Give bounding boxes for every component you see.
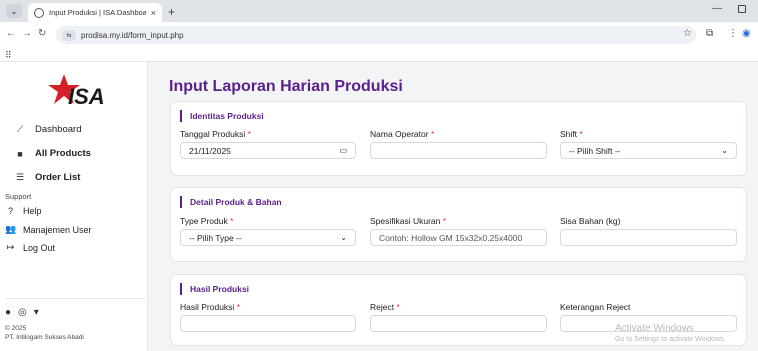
spesifikasi-ukuran-label: Spesifikasi Ukuran * [370,216,446,226]
spesifikasi-ukuran-input[interactable]: Contoh: Hollow GM 15x32x0.25x4000 [370,229,547,246]
minimize-icon[interactable]: — [712,3,722,14]
back-icon[interactable]: ← [6,28,16,39]
reject-label: Reject * [370,302,400,312]
address-bar-row: ← → ↻ ⇆ prodisa.my.id/form_input.php ☆ ⧉… [0,22,758,48]
sidebar-item-dashboard[interactable]: ⟋ Dashboard [14,124,82,135]
required-mark: * [236,302,241,312]
card-title: Identitas Produksi [180,110,264,122]
tab-title: Input Produksi | ISA Dashboard [49,8,146,17]
required-mark: * [396,302,400,312]
sisa-bahan-input[interactable] [560,229,737,246]
card-title: Hasil Produksi [180,283,249,295]
bookmark-star-icon[interactable]: ☆ [683,28,692,39]
reload-icon[interactable]: ↻ [38,28,46,39]
label-text: Tanggal Produksi [180,129,246,139]
menu-dots-icon[interactable]: ⋮ [728,28,738,39]
profile-icon[interactable]: ◉ [742,28,751,39]
required-mark: * [442,216,447,226]
browser-tab[interactable]: Input Produksi | ISA Dashboard × [28,3,162,22]
svg-text:ISA: ISA [68,84,105,109]
keterangan-reject-label: Keterangan Reject [560,302,631,312]
forward-icon[interactable]: → [22,28,32,39]
help-icon: ? [7,206,13,216]
sidebar-divider [5,298,145,299]
card-identitas-produksi: Identitas Produksi Tanggal Produksi * 21… [170,101,747,176]
card-detail-produk: Detail Produk & Bahan Type Produk * -- P… [170,187,747,262]
copyright-year: © 2025 [5,325,27,332]
hasil-produksi-label: Hasil Produksi * [180,302,240,312]
sidebar-item-label: All Products [35,148,91,159]
sidebar-item-label: Help [23,206,42,216]
facebook-icon[interactable]: ● [5,307,11,318]
date-value: 21/11/2025 [189,145,231,156]
shift-select[interactable]: -- Pilih Shift -- ⌄ [560,142,737,159]
sidebar-item-log-out[interactable]: ↦ Log Out [5,242,55,253]
hasil-produksi-input[interactable] [180,315,356,332]
sisa-bahan-label: Sisa Bahan (kg) [560,216,621,226]
required-mark: * [430,129,435,139]
twitter-icon[interactable]: ▾ [34,307,39,318]
support-section-label: Support [5,192,32,201]
users-icon: 👥 [5,224,17,234]
card-title: Detail Produk & Bahan [180,196,282,208]
activate-windows-subtitle: Go to Settings to activate Windows. [615,336,726,343]
select-value: -- Pilih Type -- [189,232,242,243]
tab-search-icon[interactable]: ⌄ [6,4,22,18]
shift-label: Shift * [560,129,583,139]
tab-close-icon[interactable]: × [151,8,156,18]
url-text: prodisa.my.id/form_input.php [81,30,184,40]
tanggal-produksi-label: Tanggal Produksi * [180,129,251,139]
instagram-icon[interactable]: ◎ [18,307,27,318]
label-text: Hasil Produksi [180,302,235,312]
select-value: -- Pilih Shift -- [569,145,621,156]
bookmarks-bar: ⠿ [0,48,758,62]
address-bar[interactable]: ⇆ prodisa.my.id/form_input.php [56,26,696,44]
label-text: Nama Operator [370,129,429,139]
list-icon: ☰ [15,172,25,182]
browser-tab-bar: ⌄ Input Produksi | ISA Dashboard × + — [0,0,758,22]
label-text: Type Produk [180,216,228,226]
type-produk-label: Type Produk * [180,216,233,226]
label-text: Spesifikasi Ukuran [370,216,441,226]
extensions-icon[interactable]: ⧉ [706,28,713,39]
nama-operator-label: Nama Operator * [370,129,434,139]
chart-line-icon: ⟋ [16,124,24,134]
chevron-down-icon: ⌄ [340,233,347,242]
new-tab-button[interactable]: + [168,5,175,19]
nama-operator-input[interactable] [370,142,547,159]
page-title: Input Laporan Harian Produksi [169,78,403,95]
reject-input[interactable] [370,315,547,332]
sidebar-item-label: Order List [35,172,81,183]
maximize-icon[interactable] [738,5,746,13]
required-mark: * [230,216,234,226]
social-links: ● ◎ ▾ [5,307,39,318]
tanggal-produksi-input[interactable]: 21/11/2025 ▭ [180,142,356,159]
copyright-company: PT. Intilogam Sukses Abadi [5,334,84,341]
sidebar-item-manajemen-user[interactable]: 👥 Manajemen User [5,224,92,235]
label-text: Shift [560,129,578,139]
sidebar-item-order-list[interactable]: ☰ Order List [14,172,80,183]
required-mark: * [247,129,251,139]
required-mark: * [579,129,583,139]
sidebar: ISA ⟋ Dashboard ■ All Products ☰ Order L… [0,62,148,351]
logout-icon: ↦ [6,242,15,252]
sidebar-item-label: Manajemen User [23,224,92,235]
calendar-icon[interactable]: ▭ [339,146,347,155]
copyright: © 2025 PT. Intilogam Sukses Abadi [5,324,84,342]
isa-logo: ISA [48,74,105,109]
box-icon: ■ [17,148,23,159]
activate-windows-title: Activate Windows [615,323,694,334]
label-text: Reject [370,302,395,312]
site-settings-icon[interactable]: ⇆ [62,29,76,41]
type-produk-select[interactable]: -- Pilih Type -- ⌄ [180,229,356,246]
chevron-down-icon: ⌄ [721,146,728,155]
favicon-icon [34,7,44,18]
sidebar-item-all-products[interactable]: ■ All Products [14,148,91,159]
sidebar-item-label: Dashboard [35,124,82,135]
sidebar-item-label: Log Out [23,242,56,253]
apps-grid-icon[interactable]: ⠿ [5,50,12,61]
sidebar-item-help[interactable]: ? Help [5,206,42,216]
